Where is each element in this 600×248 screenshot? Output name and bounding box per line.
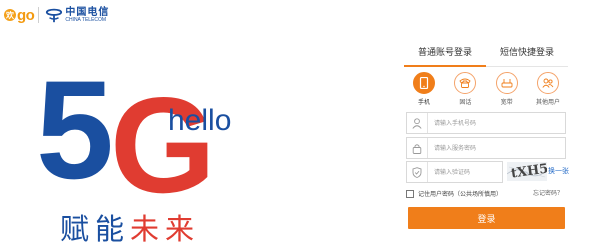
login-button[interactable]: 登录 [408, 207, 565, 229]
hero-hello: hello [168, 104, 231, 137]
broadband-icon [501, 79, 513, 88]
china-telecom-logo[interactable]: 中国电信 CHINA TELECOM [45, 6, 109, 24]
captcha-input[interactable] [428, 167, 501, 177]
account-type-broadband[interactable]: 宽带 [491, 72, 523, 106]
shield-icon [407, 162, 428, 182]
account-type-selector: 手机 固话 宽带 其他用户 [404, 72, 568, 106]
tagline-red: 未来 [130, 212, 201, 246]
lock-icon [407, 138, 428, 158]
tab-sms-login[interactable]: 短信快捷登录 [486, 40, 568, 66]
login-tabs: 普通账号登录 短信快捷登录 [404, 40, 568, 67]
account-type-landline[interactable]: 固话 [449, 72, 481, 106]
phone-input[interactable] [428, 118, 556, 128]
china-telecom-mark-icon [46, 8, 63, 23]
password-field [406, 137, 566, 159]
captcha-field [406, 161, 503, 183]
forgot-password-link[interactable]: 忘记密码？ [533, 188, 563, 197]
remember-label: 记住用户密码（公共场所慎用） [418, 191, 503, 198]
user-icon [407, 113, 428, 133]
landline-icon [459, 78, 471, 88]
huango-text: go [17, 6, 35, 24]
header-logos: 欢 go 中国电信 CHINA TELECOM [4, 4, 109, 26]
account-type-label: 手机 [417, 99, 430, 106]
tagline-blue: 赋能 [60, 212, 131, 246]
refresh-captcha-link[interactable]: 换一张 [548, 166, 569, 176]
account-type-label: 其他用户 [535, 99, 560, 106]
hero-tagline: 赋能未来 [60, 206, 200, 248]
tab-account-login[interactable]: 普通账号登录 [404, 40, 486, 67]
huango-logo[interactable]: 欢 go [4, 6, 35, 24]
password-input[interactable] [428, 143, 556, 153]
hero-g: G [110, 69, 216, 221]
logo-divider [38, 7, 40, 23]
remember-checkbox[interactable] [406, 189, 414, 198]
account-type-mobile[interactable]: 手机 [408, 72, 440, 106]
account-type-label: 宽带 [500, 99, 513, 106]
remember-password[interactable]: 记住用户密码（公共场所慎用） [406, 189, 502, 198]
china-telecom-name-cn: 中国电信 [65, 6, 110, 18]
china-telecom-name-en: CHINA TELECOM [65, 16, 107, 23]
phone-icon [419, 77, 429, 89]
huango-badge: 欢 [4, 9, 16, 21]
account-type-label: 固话 [459, 99, 472, 106]
phone-field [406, 112, 566, 134]
users-icon [542, 78, 554, 88]
login-panel: 普通账号登录 短信快捷登录 手机 固话 宽带 其他用户 [404, 40, 568, 106]
account-type-other[interactable]: 其他用户 [532, 72, 564, 106]
captcha-image[interactable]: tXH5 [507, 162, 547, 181]
hero-five: 5 [36, 51, 114, 208]
